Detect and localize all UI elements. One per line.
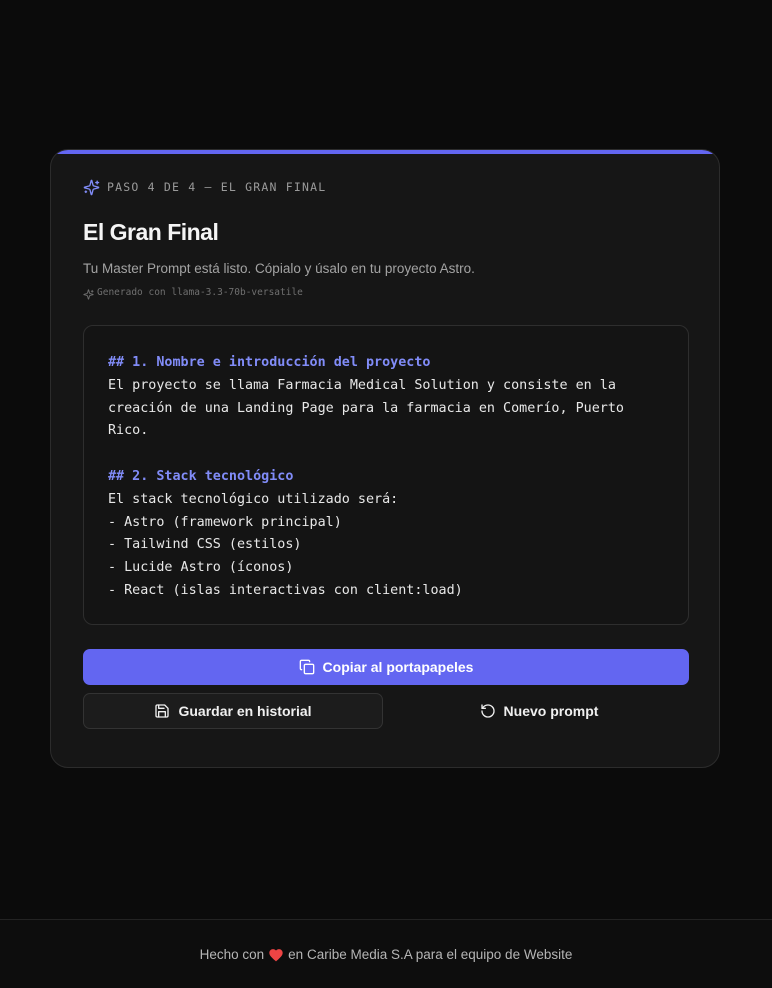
- copy-button-label: Copiar al portapapeles: [322, 659, 474, 675]
- model-info: Generado con llama-3.3-70b-versatile: [83, 287, 303, 300]
- final-step-card: PASO 4 DE 4 — EL GRAN FINAL El Gran Fina…: [50, 149, 720, 768]
- sparkles-icon: [83, 179, 100, 196]
- save-icon: [154, 703, 170, 719]
- copy-icon: [299, 659, 315, 675]
- prompt-heading: ## 2. Stack tecnológico: [108, 468, 294, 484]
- save-to-history-button[interactable]: Guardar en historial: [83, 693, 383, 729]
- save-button-label: Guardar en historial: [178, 703, 312, 719]
- prompt-heading: ## 1. Nombre e introducción del proyecto: [108, 355, 431, 370]
- new-prompt-label: Nuevo prompt: [503, 703, 599, 719]
- prompt-blank-line: [108, 443, 664, 466]
- footer-prefix: Hecho con: [199, 946, 265, 962]
- page-subtitle: Tu Master Prompt está listo. Cópialo y ú…: [83, 261, 475, 276]
- rotate-ccw-icon: [480, 703, 496, 719]
- sparkles-icon: [83, 287, 94, 300]
- heart-icon: [268, 947, 284, 962]
- step-label: PASO 4 DE 4 — EL GRAN FINAL: [107, 180, 327, 194]
- model-label: Generado con llama-3.3-70b-versatile: [97, 287, 303, 298]
- new-prompt-button[interactable]: Nuevo prompt: [389, 693, 689, 729]
- footer-suffix: en Caribe Media S.A para el equipo de We…: [288, 946, 573, 962]
- card-accent-bar: [51, 150, 719, 154]
- copy-to-clipboard-button[interactable]: Copiar al portapapeles: [83, 649, 689, 685]
- prompt-line: - Lucide Astro (íconos): [108, 560, 294, 576]
- page-title: El Gran Final: [83, 219, 219, 245]
- page-footer: Hecho con en Caribe Media S.A para el eq…: [0, 919, 772, 988]
- step-indicator: PASO 4 DE 4 — EL GRAN FINAL: [83, 178, 326, 196]
- master-prompt-output[interactable]: ## 1. Nombre e introducción del proyecto…: [83, 325, 689, 625]
- prompt-line: - React (islas interactivas con client:l…: [108, 582, 463, 598]
- prompt-line: - Astro (framework principal): [108, 514, 342, 530]
- prompt-line: Rico.: [108, 423, 149, 439]
- prompt-line: - Tailwind CSS (estilos): [108, 537, 302, 553]
- prompt-line: El proyecto se llama Farmacia Medical So…: [108, 377, 616, 393]
- prompt-line: creación de una Landing Page para la far…: [108, 400, 624, 416]
- prompt-line: El stack tecnológico utilizado será:: [108, 491, 399, 507]
